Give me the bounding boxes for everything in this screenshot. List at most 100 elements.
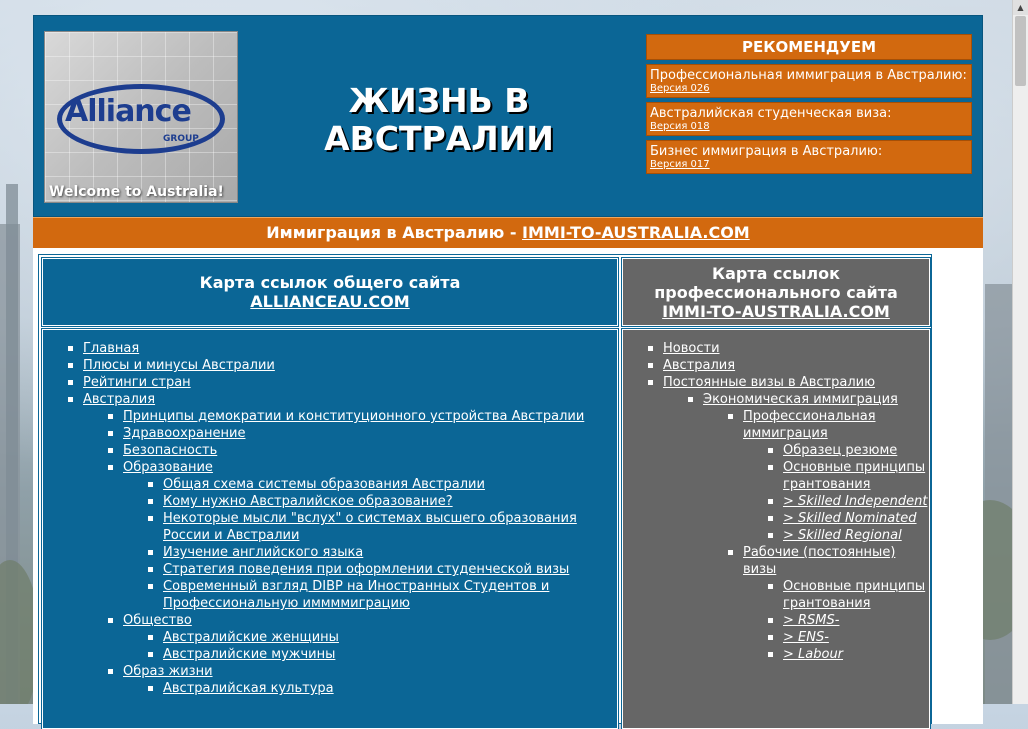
list-item: Австралийская культура [148,680,617,697]
logo-group-text: GROUP [163,134,199,144]
list-item: Основные принципы грантования [768,459,929,493]
list-item: Общество Австралийские женщины Австралий… [108,612,617,663]
nav-link-thoughts-aloud[interactable]: Некоторые мысли "вслух" о системах высше… [163,511,577,543]
nav-link-who-needs-education[interactable]: Кому нужно Австралийское образование? [163,494,453,509]
nav-link-education[interactable]: Образование [123,460,213,475]
nav-link-work-granting-principles[interactable]: Основные принципы грантования [783,579,925,611]
alliance-logo[interactable]: Alliance GROUP Welcome to Australia! [44,31,238,203]
list-item: Безопасность [108,442,617,459]
nav-link-student-visa-strategy[interactable]: Стратегия поведения при оформлении студе… [163,562,569,577]
nav-link-news[interactable]: Новости [663,341,720,356]
nav-link-labour[interactable]: > Labour [783,647,843,662]
list-item: Основные принципы грантования [768,578,929,612]
nav-link-education-scheme[interactable]: Общая схема системы образования Австрали… [163,477,485,492]
recommend-item-version-link[interactable]: Версия 018 [650,121,968,132]
nav-link-australia-pro[interactable]: Австралия [663,358,735,373]
list-item: Экономическая иммиграция Профессиональна… [688,391,929,663]
nav-link-skilled-nominated[interactable]: > Skilled Nominated [783,511,917,526]
list-item: Постоянные визы в Австралию Экономическа… [648,374,929,663]
nav-link-skilled-regional[interactable]: > Skilled Regional [783,528,902,543]
general-sitemap-list: Главная Плюсы и минусы Австралии Рейтинг… [41,328,619,729]
allianceau-link[interactable]: ALLIANCEAU.COM [43,292,617,311]
list-item: > Skilled Nominated [768,510,929,527]
recommend-item-text: Профессиональная иммиграция в Австралию: [650,68,967,83]
recommend-item-text: Австралийская студенческая виза: [650,106,892,121]
recommend-item-version-link[interactable]: Версия 017 [650,159,968,170]
list-item: Здравоохранение [108,425,617,442]
banner-link[interactable]: IMMI-TO-AUSTRALIA.COM [522,223,750,242]
list-item: Австралия Принципы демократии и конститу… [68,391,617,697]
nav-link-english-study[interactable]: Изучение английского языка [163,545,363,560]
list-item: Образование Общая схема системы образова… [108,459,617,612]
nav-link-economic-immigration[interactable]: Экономическая иммиграция [703,392,898,407]
scroll-up-arrow-icon[interactable]: ▲ [1013,0,1028,15]
nav-link-skilled-independent[interactable]: > Skilled Independent [783,494,927,509]
list-item: > Labour [768,646,929,663]
nav-link-ens[interactable]: > ENS- [783,630,829,645]
list-item: Австралийские женщины [148,629,617,646]
immi-to-australia-link[interactable]: IMMI-TO-AUSTRALIA.COM [623,302,929,321]
list-item: Образец резюме [768,442,929,459]
list-item: Австралийские мужчины [148,646,617,663]
list-item: Общая схема системы образования Австрали… [148,476,617,493]
nav-link-permanent-visas[interactable]: Постоянные визы в Австралию [663,375,875,390]
scrollbar-thumb[interactable] [1015,16,1026,86]
list-item: > RSMS- [768,612,929,629]
recommend-item: Австралийская студенческая виза: Версия … [646,102,972,136]
list-item: Кому нужно Австралийское образование? [148,493,617,510]
nav-link-ratings[interactable]: Рейтинги стран [83,375,191,390]
nav-link-lifestyle[interactable]: Образ жизни [123,664,213,679]
nav-link-dibp-view[interactable]: Современный взгляд DIBP на Иностранных С… [163,579,549,611]
site-header: Alliance GROUP Welcome to Australia! ЖИЗ… [33,15,983,217]
nav-link-resume-sample[interactable]: Образец резюме [783,443,897,458]
nav-link-safety[interactable]: Безопасность [123,443,217,458]
logo-text: Alliance [65,94,192,129]
list-item: Рабочие (постоянные) визы Основные принц… [728,544,929,663]
professional-sitemap-column: Карта ссылок профессионального сайта IMM… [621,257,931,729]
recommend-item-text: Бизнес иммиграция в Австралию: [650,144,883,159]
list-item: > Skilled Regional [768,527,929,544]
page-frame: Alliance GROUP Welcome to Australia! ЖИЗ… [33,15,983,729]
site-title: ЖИЗНЬ В АВСТРАЛИИ [324,81,554,158]
nav-link-australia[interactable]: Австралия [83,392,155,407]
nav-link-men[interactable]: Австралийские мужчины [163,647,335,662]
list-item: Профессиональная иммиграция Образец резю… [728,408,929,544]
list-item: Образ жизни Австралийская культура [108,663,617,697]
list-item: Изучение английского языка [148,544,617,561]
list-item: Современный взгляд DIBP на Иностранных С… [148,578,617,612]
list-item: Австралия [648,357,929,374]
sitemap-table: Карта ссылок общего сайта ALLIANCEAU.COM… [38,254,932,729]
recommend-item: Профессиональная иммиграция в Австралию:… [646,64,972,98]
list-item: Некоторые мысли "вслух" о системах высше… [148,510,617,544]
sitemap-content: Карта ссылок общего сайта ALLIANCEAU.COM… [33,248,983,729]
nav-link-society[interactable]: Общество [123,613,192,628]
list-item: Плюсы и минусы Австралии [68,357,617,374]
recommend-box: РЕКОМЕНДУЕМ Профессиональная иммиграция … [646,34,972,174]
general-sitemap-heading: Карта ссылок общего сайта ALLIANCEAU.COM [41,257,619,327]
immigration-banner: Иммиграция в Австралию - IMMI-TO-AUSTRAL… [33,217,983,248]
banner-text: Иммиграция в Австралию - [266,223,523,242]
nav-link-democracy[interactable]: Принципы демократии и конституционного у… [123,409,584,424]
list-item: Принципы демократии и конституционного у… [108,408,617,425]
nav-link-rsms[interactable]: > RSMS- [783,613,839,628]
professional-sitemap-title: Карта ссылок профессионального сайта [654,263,898,302]
general-sitemap-title: Карта ссылок общего сайта [199,273,461,292]
nav-link-healthcare[interactable]: Здравоохранение [123,426,245,441]
recommend-title: РЕКОМЕНДУЕМ [646,34,972,60]
vertical-scrollbar[interactable]: ▲ [1012,0,1028,704]
recommend-item-version-link[interactable]: Версия 026 [650,83,968,94]
general-sitemap-column: Карта ссылок общего сайта ALLIANCEAU.COM… [41,257,619,729]
nav-link-home[interactable]: Главная [83,341,139,356]
nav-link-work-visas[interactable]: Рабочие (постоянные) визы [743,545,895,577]
nav-link-pros-cons[interactable]: Плюсы и минусы Австралии [83,358,275,373]
list-item: Новости [648,340,929,357]
nav-link-culture[interactable]: Австралийская культура [163,681,334,696]
nav-link-women[interactable]: Австралийские женщины [163,630,339,645]
list-item: Рейтинги стран [68,374,617,391]
nav-link-granting-principles[interactable]: Основные принципы грантования [783,460,925,492]
list-item: Главная [68,340,617,357]
logo-welcome-text: Welcome to Australia! [49,184,224,200]
nav-link-professional-immigration[interactable]: Профессиональная иммиграция [743,409,876,441]
professional-sitemap-heading: Карта ссылок профессионального сайта IMM… [621,257,931,327]
professional-sitemap-list: Новости Австралия Постоянные визы в Авст… [621,328,931,729]
